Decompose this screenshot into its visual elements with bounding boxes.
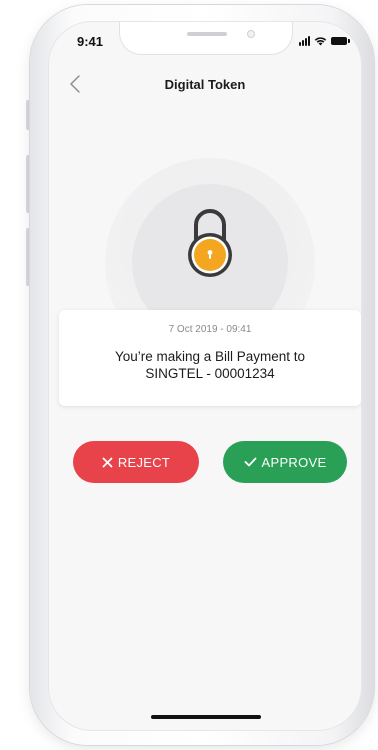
- notch: [119, 22, 293, 55]
- approve-label: APPROVE: [261, 454, 327, 470]
- phone-screen: 9:41 Digital Token 7 Oct 2019 - 09:41 Yo…: [48, 21, 362, 731]
- transaction-timestamp: 7 Oct 2019 - 09:41: [168, 324, 252, 335]
- page-title: Digital Token: [164, 77, 246, 92]
- transaction-card: 7 Oct 2019 - 09:41 You’re making a Bill …: [59, 310, 361, 406]
- padlock-icon: [188, 209, 232, 277]
- front-camera: [247, 30, 255, 38]
- x-icon: [102, 457, 113, 467]
- transaction-message: You’re making a Bill Payment to SINGTEL …: [69, 348, 351, 382]
- home-indicator[interactable]: [151, 715, 261, 719]
- checkmark-icon: [244, 457, 256, 467]
- stage: 9:41 Digital Token 7 Oct 2019 - 09:41 Yo…: [0, 0, 378, 750]
- transaction-message-line2: SINGTEL - 00001234: [145, 366, 275, 381]
- approve-button[interactable]: APPROVE: [223, 441, 347, 483]
- battery-icon: [331, 37, 350, 45]
- status-time: 9:41: [77, 34, 104, 49]
- status-icons: [299, 36, 350, 46]
- reject-label: REJECT: [117, 454, 171, 470]
- wifi-icon: [314, 37, 327, 46]
- speaker-grille: [187, 32, 227, 36]
- signal-icon: [299, 36, 310, 46]
- reject-button[interactable]: REJECT: [73, 441, 199, 483]
- transaction-message-line1: You’re making a Bill Payment to: [114, 349, 306, 364]
